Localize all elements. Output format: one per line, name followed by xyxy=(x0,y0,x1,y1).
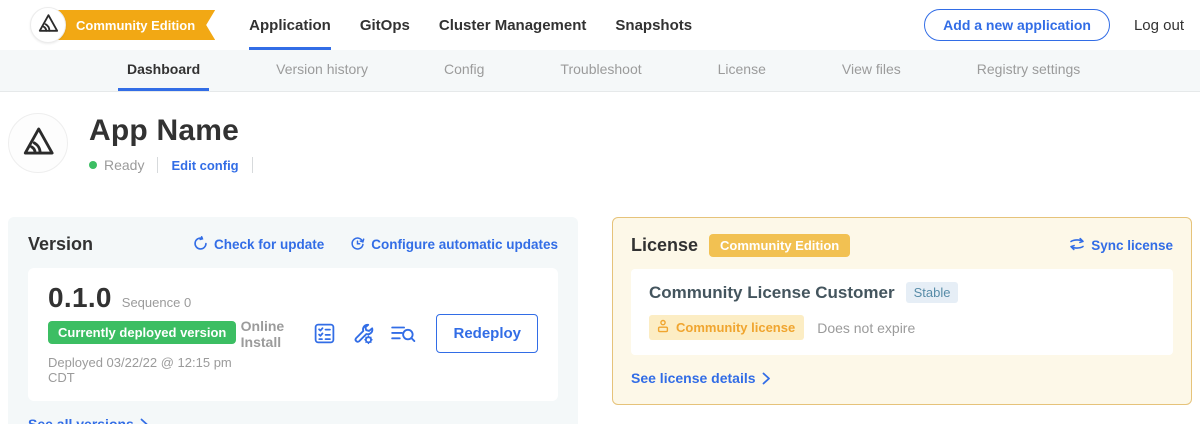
community-edition-ribbon-label: Community Edition xyxy=(76,18,195,33)
config-wrench-icon[interactable] xyxy=(351,322,375,346)
status-dot xyxy=(89,161,97,169)
top-header: Community Edition Application GitOps Clu… xyxy=(0,0,1200,50)
subtab-view-files[interactable]: View files xyxy=(833,50,910,91)
refresh-icon xyxy=(193,236,208,254)
tab-cluster-management[interactable]: Cluster Management xyxy=(439,0,587,50)
license-type-label: Community license xyxy=(676,320,795,335)
main-content: App Name Ready Edit config Version xyxy=(0,113,1200,424)
person-icon xyxy=(656,319,670,336)
see-license-details-link[interactable]: See license details xyxy=(631,370,771,386)
page-title: App Name xyxy=(89,114,266,148)
divider xyxy=(252,157,253,173)
auto-update-icon xyxy=(350,236,365,254)
license-expiration: Does not expire xyxy=(817,320,915,336)
version-number: 0.1.0 xyxy=(48,282,112,314)
divider xyxy=(157,157,158,173)
preflight-checklist-icon[interactable] xyxy=(313,322,336,345)
see-all-versions-link[interactable]: See all versions xyxy=(28,416,149,424)
sync-license-label: Sync license xyxy=(1091,238,1173,253)
tab-snapshots[interactable]: Snapshots xyxy=(615,0,692,50)
subtab-license[interactable]: License xyxy=(709,50,775,91)
sync-license-link[interactable]: Sync license xyxy=(1069,237,1173,254)
license-details-panel: Community License Customer Stable Commun… xyxy=(631,269,1173,355)
primary-nav: Application GitOps Cluster Management Sn… xyxy=(249,0,692,50)
chevron-right-icon xyxy=(140,418,149,424)
channel-badge: Stable xyxy=(906,282,959,303)
current-version-panel: 0.1.0 Sequence 0 Currently deployed vers… xyxy=(28,268,558,401)
app-subnav: Dashboard Version history Config Trouble… xyxy=(0,50,1200,92)
license-type-badge: Community license xyxy=(649,315,804,340)
customer-name: Community License Customer xyxy=(649,283,895,303)
community-edition-badge: Community Edition xyxy=(709,234,850,257)
check-for-update-label: Check for update xyxy=(214,237,324,252)
logout-button[interactable]: Log out xyxy=(1134,17,1184,34)
version-card-title: Version xyxy=(28,234,93,255)
app-header: App Name Ready Edit config xyxy=(8,113,1192,173)
redeploy-button[interactable]: Redeploy xyxy=(436,314,538,353)
subtab-registry-settings[interactable]: Registry settings xyxy=(968,50,1089,91)
community-edition-ribbon: Community Edition xyxy=(52,10,215,40)
license-card-title: License xyxy=(631,235,698,256)
check-for-update-link[interactable]: Check for update xyxy=(193,236,324,254)
version-card: Version Check for update xyxy=(8,217,578,424)
configure-automatic-updates-link[interactable]: Configure automatic updates xyxy=(350,236,558,254)
add-new-application-button[interactable]: Add a new application xyxy=(924,9,1110,41)
status-badge: Ready xyxy=(104,157,144,173)
tab-application[interactable]: Application xyxy=(249,0,331,50)
replicated-logo-icon xyxy=(37,12,59,39)
replicated-logo-icon xyxy=(21,124,55,163)
subtab-config[interactable]: Config xyxy=(435,50,493,91)
subtab-version-history[interactable]: Version history xyxy=(267,50,377,91)
see-license-details-label: See license details xyxy=(631,370,756,386)
license-card: License Community Edition Sync licen xyxy=(612,217,1192,405)
subtab-troubleshoot[interactable]: Troubleshoot xyxy=(551,50,650,91)
subtab-dashboard[interactable]: Dashboard xyxy=(118,50,209,91)
deployed-timestamp: Deployed 03/22/22 @ 12:15 pm CDT xyxy=(48,355,241,385)
tab-gitops[interactable]: GitOps xyxy=(360,0,410,50)
sequence-label: Sequence 0 xyxy=(122,295,191,310)
app-avatar xyxy=(8,113,68,173)
install-type-label: Online Install xyxy=(241,318,296,350)
configure-automatic-updates-label: Configure automatic updates xyxy=(371,237,558,252)
view-logs-icon[interactable] xyxy=(390,323,416,345)
replicated-logo-circle xyxy=(30,7,66,43)
chevron-right-icon xyxy=(762,372,771,385)
brand-logo: Community Edition xyxy=(30,7,215,43)
dashboard-cards: Version Check for update xyxy=(8,217,1192,424)
sync-arrows-icon xyxy=(1069,237,1085,254)
edit-config-link[interactable]: Edit config xyxy=(171,158,238,173)
see-all-versions-label: See all versions xyxy=(28,416,134,424)
currently-deployed-badge: Currently deployed version xyxy=(48,321,236,344)
